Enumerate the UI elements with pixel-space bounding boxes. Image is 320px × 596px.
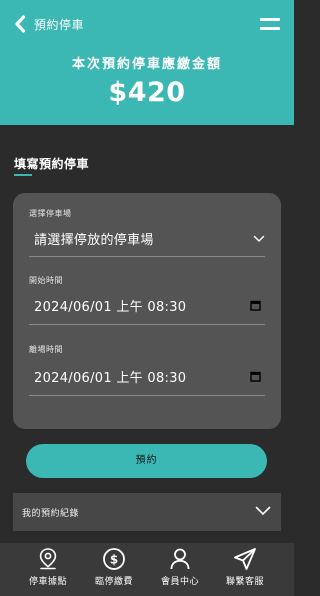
- section-title: 填寫預約停車: [14, 157, 90, 171]
- back-button[interactable]: 預約停車: [14, 12, 84, 36]
- reserve-button[interactable]: 預約: [26, 444, 267, 478]
- end-time-field[interactable]: 離場時間 2024/06/01 上午 08:30: [29, 344, 265, 396]
- parking-lot-label: 選擇停車場: [29, 209, 72, 218]
- back-label: 預約停車: [34, 17, 85, 32]
- fee-title: 本次預約停車應繳金額: [71, 57, 222, 72]
- location-pin-icon: [39, 548, 57, 570]
- calendar-icon[interactable]: [250, 371, 261, 382]
- tab-label: 聯繫客服: [225, 577, 264, 587]
- send-icon: [234, 548, 256, 570]
- user-icon: [170, 548, 190, 570]
- tab-label: 會員中心: [160, 577, 199, 587]
- parking-lot-value: 請選擇停放的停車場: [34, 233, 154, 248]
- bottom-tab-bar: 停車據點 $ 臨停繳費 會員中心 聯繫客服: [0, 543, 294, 596]
- tab-label: 臨停繳費: [94, 577, 133, 587]
- end-time-label: 離場時間: [29, 345, 63, 354]
- tab-customer-service[interactable]: 聯繫客服: [210, 547, 280, 594]
- start-time-value: 2024/06/01 上午 08:30: [34, 300, 187, 315]
- back-chevron-icon: [15, 15, 26, 33]
- start-time-field[interactable]: 開始時間 2024/06/01 上午 08:30: [29, 275, 265, 325]
- menu-icon-bar: [260, 27, 280, 30]
- menu-button[interactable]: [260, 18, 280, 32]
- tab-parking-payment[interactable]: $ 臨停繳費: [79, 547, 149, 594]
- fee-amount: $420: [108, 77, 186, 108]
- tab-label: 停車據點: [28, 577, 67, 587]
- svg-text:$: $: [110, 553, 118, 567]
- dollar-coin-icon: $: [103, 548, 125, 570]
- end-time-value: 2024/06/01 上午 08:30: [34, 371, 187, 386]
- tab-parking-locations[interactable]: 停車據點: [13, 547, 83, 594]
- calendar-icon[interactable]: [250, 300, 261, 311]
- parking-lot-select[interactable]: 選擇停車場 請選擇停放的停車場: [29, 208, 265, 257]
- chevron-down-icon: [253, 235, 265, 242]
- my-reservations-accordion[interactable]: 我的預約紀錄: [13, 493, 281, 531]
- start-time-label: 開始時間: [29, 276, 63, 285]
- menu-icon: [260, 18, 280, 21]
- chevron-down-icon: [255, 506, 271, 516]
- tab-member-center[interactable]: 會員中心: [145, 547, 215, 594]
- reservation-form-card: 選擇停車場 請選擇停放的停車場 開始時間 2024/06/01 上午 08:30…: [13, 193, 281, 429]
- my-reservations-label: 我的預約紀錄: [22, 509, 80, 519]
- section-underline: [14, 174, 32, 176]
- header: 預約停車 本次預約停車應繳金額 $420: [0, 0, 294, 125]
